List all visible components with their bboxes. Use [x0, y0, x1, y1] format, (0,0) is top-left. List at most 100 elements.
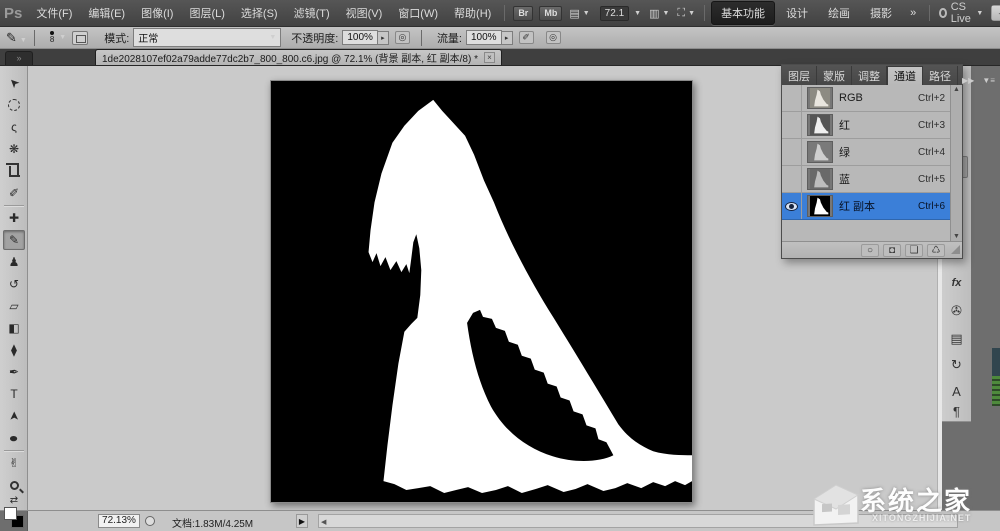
airbrush-button[interactable]: ✐ [519, 31, 534, 44]
tab-close-button[interactable]: × [484, 52, 495, 63]
eraser-tool[interactable]: ▱ [3, 296, 25, 316]
marquee-tool[interactable] [3, 95, 25, 115]
cs-live-button[interactable]: CS Live ▼ [939, 1, 983, 25]
visibility-toggle[interactable] [782, 139, 802, 165]
eyedropper-tool[interactable]: ✐ [3, 183, 25, 203]
channel-shortcut: Ctrl+4 [918, 147, 945, 158]
dock-info-button[interactable]: ▤ [945, 328, 968, 350]
scroll-down-icon[interactable]: ▼ [953, 233, 960, 240]
tab-adjustments[interactable]: 调整 [852, 66, 887, 85]
tab-masks[interactable]: 蒙版 [817, 66, 852, 85]
mode-select[interactable]: 正常 ▼ [133, 28, 281, 47]
type-tool[interactable]: T [3, 384, 25, 404]
resize-grip[interactable] [951, 245, 960, 254]
tab-channels[interactable]: 通道 [887, 66, 923, 85]
tab-overflow-stub[interactable]: » [5, 51, 33, 65]
opacity-input[interactable]: 100% [342, 30, 378, 45]
pressure-opacity-button[interactable]: ◎ [395, 31, 410, 44]
channel-row-rgb[interactable]: RGB Ctrl+2 [782, 85, 950, 112]
gradient-tool[interactable]: ◧ [3, 318, 25, 338]
channel-thumbnail [807, 87, 833, 109]
brush-tool-icon: ✎ [9, 234, 19, 246]
pen-tool[interactable]: ✒ [3, 362, 25, 382]
dock-paragraph-button[interactable]: ¶ [945, 400, 968, 422]
clone-stamp-tool[interactable]: ♟ [3, 252, 25, 272]
quick-selection-tool[interactable]: ❋ [3, 139, 25, 159]
dock-fx-button[interactable]: fx [945, 272, 968, 294]
history-brush-tool[interactable]: ↺ [3, 274, 25, 294]
zoom-tool[interactable] [3, 475, 25, 495]
toggle-brush-panel-button[interactable] [72, 31, 88, 45]
visibility-toggle[interactable] [782, 166, 802, 192]
new-channel-button[interactable]: ❏ [905, 244, 923, 257]
lasso-tool[interactable]: ς [3, 117, 25, 137]
hand-tool[interactable]: ✌ [3, 453, 25, 473]
opacity-slider-button[interactable]: ▸ [378, 31, 389, 45]
channel-name: RGB [839, 92, 918, 104]
panel-tab-bar: 图层 蒙版 调整 通道 路径 ▶▶ ▼≡ [782, 65, 962, 85]
blur-tool[interactable]: ⧫ [3, 340, 25, 360]
visibility-toggle[interactable] [782, 193, 802, 219]
tab-paths[interactable]: 路径 [923, 66, 958, 85]
spot-healing-tool[interactable]: ✚ [3, 208, 25, 228]
menu-window[interactable]: 窗口(W) [390, 0, 446, 26]
screen-mode-button[interactable]: ⛶▼ [677, 7, 695, 20]
channel-row-red-copy[interactable]: 红 副本 Ctrl+6 [782, 193, 950, 220]
flow-input[interactable]: 100% [466, 30, 502, 45]
workspace-essentials[interactable]: 基本功能 [711, 1, 775, 25]
channel-thumbnail [807, 195, 833, 217]
move-tool[interactable]: ➤ [3, 73, 25, 93]
save-as-channel-button[interactable]: ◘ [883, 244, 901, 257]
dock-clone-source-button[interactable]: ✇ [945, 300, 968, 322]
mini-bridge-button[interactable]: Mb [539, 6, 562, 21]
visibility-toggle[interactable] [782, 85, 802, 111]
canvas[interactable] [270, 80, 693, 503]
collapse-panel-button[interactable]: ▶▶ [962, 76, 974, 85]
load-selection-button[interactable]: ○ [861, 244, 879, 257]
workspace-painting[interactable]: 绘画 [819, 2, 859, 24]
dock-3d-rotate-button[interactable]: ↻ [945, 354, 968, 376]
menu-select[interactable]: 选择(S) [233, 0, 286, 26]
bridge-button[interactable]: Br [513, 6, 533, 21]
flow-slider-button[interactable]: ▸ [502, 31, 513, 45]
menu-filter[interactable]: 滤镜(T) [286, 0, 338, 26]
brush-tool[interactable]: ✎ [3, 230, 25, 250]
photoshop-window: Ps 文件(F) 编辑(E) 图像(I) 图层(L) 选择(S) 滤镜(T) 视… [0, 0, 1000, 531]
menu-edit[interactable]: 编辑(E) [80, 0, 133, 26]
menu-help[interactable]: 帮助(H) [446, 0, 499, 26]
tool-preset-picker[interactable]: ✎▼ [6, 30, 27, 46]
minimize-button[interactable]: — [992, 6, 1000, 20]
scroll-up-icon[interactable]: ▲ [953, 86, 960, 93]
brush-preset-picker[interactable]: 8 [50, 31, 54, 44]
delete-channel-button[interactable]: ♺ [927, 244, 945, 257]
foreground-color-swatch[interactable] [4, 507, 17, 520]
panel-scrollbar[interactable]: ▲ ▼ [950, 85, 962, 241]
zoom-level-dropdown[interactable]: 72.1 ▼ [598, 6, 641, 21]
arrange-documents-button[interactable]: ▥▼ [649, 7, 669, 20]
document-tab[interactable]: 1de2028107ef02a79adde77dc2b7_800_800.c6.… [95, 49, 502, 65]
path-selection-tool[interactable]: ➤ [3, 406, 25, 426]
workspace-more-button[interactable]: » [902, 0, 924, 26]
menu-image[interactable]: 图像(I) [133, 0, 181, 26]
channel-row-blue[interactable]: 蓝 Ctrl+5 [782, 166, 950, 193]
swap-colors-button[interactable]: ⇄ [3, 495, 25, 507]
menu-layer[interactable]: 图层(L) [181, 0, 232, 26]
visibility-toggle[interactable] [782, 112, 802, 138]
channel-row-red[interactable]: 红 Ctrl+3 [782, 112, 950, 139]
panel-menu-button[interactable]: ▼≡ [982, 76, 995, 85]
crop-tool[interactable] [3, 161, 25, 181]
status-zoom-input[interactable]: 72.13% [98, 514, 140, 528]
scroll-left-icon[interactable]: ◀ [321, 518, 326, 526]
menu-view[interactable]: 视图(V) [338, 0, 391, 26]
workspace-design[interactable]: 设计 [777, 2, 817, 24]
dock-character-button[interactable]: A [945, 380, 968, 402]
shape-tool[interactable]: ● [3, 428, 25, 448]
channel-row-green[interactable]: 绿 Ctrl+4 [782, 139, 950, 166]
tab-layers[interactable]: 图层 [782, 66, 817, 85]
view-extras-button[interactable]: ▤▼ [569, 7, 589, 20]
workspace-photography[interactable]: 摄影 [861, 2, 901, 24]
menu-file[interactable]: 文件(F) [28, 0, 80, 26]
pressure-size-button[interactable]: ◎ [546, 31, 561, 44]
channel-shortcut: Ctrl+2 [918, 93, 945, 104]
status-popup-button[interactable]: ▶ [296, 514, 308, 528]
